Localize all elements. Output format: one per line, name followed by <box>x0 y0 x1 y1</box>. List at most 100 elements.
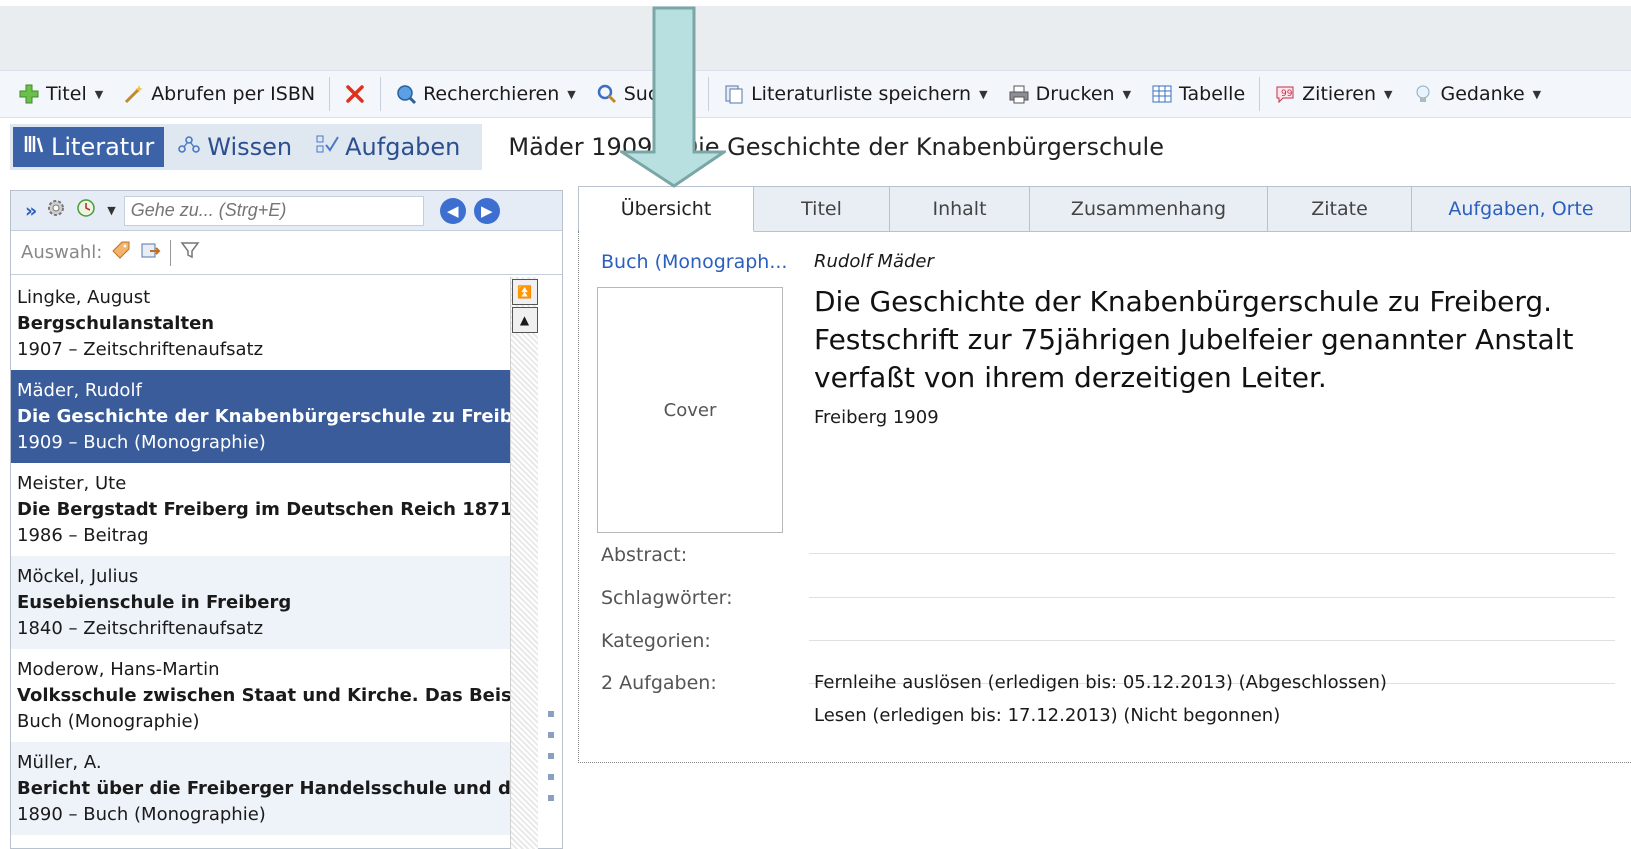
mode-wissen-label: Wissen <box>207 133 293 161</box>
fetch-isbn-button[interactable]: Abrufen per ISBN <box>113 76 325 112</box>
list-scrollbar[interactable]: ⏫ ▲ <box>510 277 538 849</box>
tab-aufgaben-orte[interactable]: Aufgaben, Orte <box>1412 186 1631 232</box>
mode-literatur[interactable]: Literatur <box>13 127 165 167</box>
research-button[interactable]: Recherchieren ▼ <box>385 76 586 112</box>
cite-label: Zitieren <box>1302 83 1376 105</box>
research-icon <box>395 83 417 105</box>
chevron-down-icon: ▼ <box>94 87 104 101</box>
entry-title: Eusebienschule in Freiberg <box>17 592 292 613</box>
toolbar-separator <box>1259 77 1261 111</box>
add-title-button[interactable]: Titel ▼ <box>8 76 113 112</box>
toolbar-separator <box>329 77 331 111</box>
cite-button[interactable]: 99 Zitieren ▼ <box>1264 76 1402 112</box>
thought-button[interactable]: Gedanke ▼ <box>1402 76 1551 112</box>
chevron-down-icon[interactable]: ▼ <box>107 204 115 217</box>
gear-icon[interactable] <box>45 197 67 224</box>
filter-icon[interactable] <box>179 239 201 266</box>
library-icon <box>23 133 45 161</box>
add-title-label: Titel <box>46 83 87 105</box>
expand-icon[interactable]: » <box>25 200 37 222</box>
mode-switcher: Literatur Wissen Aufgaben <box>10 124 483 170</box>
pane-splitter-handle[interactable] <box>546 711 556 801</box>
divider <box>809 597 1615 598</box>
printer-icon <box>1008 83 1030 105</box>
tasks-icon <box>315 133 339 161</box>
tab-zusammenhang[interactable]: Zusammenhang <box>1030 186 1268 232</box>
literature-list: Lingke, August Bergschulanstalten 1907 –… <box>11 277 531 835</box>
splitter-grip-icon <box>548 795 554 801</box>
tab-inhalt[interactable]: Inhalt <box>890 186 1030 232</box>
table-button[interactable]: Tabelle <box>1141 76 1255 112</box>
splitter-grip-icon <box>548 711 554 717</box>
overview-panel: Buch (Monograph... Cover Rudolf Mäder Di… <box>578 231 1631 763</box>
entry-author: Mäder, Rudolf <box>17 380 142 401</box>
document-type-link[interactable]: Buch (Monograph... <box>601 251 787 273</box>
list-item[interactable]: Müller, A. Bericht über die Freiberger H… <box>11 742 531 835</box>
history-icon[interactable] <box>75 197 97 224</box>
keywords-label: Schlagwörter: <box>601 587 733 609</box>
tab-titel[interactable]: Titel <box>754 186 890 232</box>
mode-aufgaben[interactable]: Aufgaben <box>305 127 470 167</box>
highlight-arrow-icon <box>620 6 726 188</box>
goto-input[interactable] <box>123 195 424 226</box>
delete-button[interactable] <box>334 76 376 112</box>
entry-meta: 1986 – Beitrag <box>17 525 149 546</box>
tab-zitate[interactable]: Zitate <box>1268 186 1412 232</box>
book-title[interactable]: Die Geschichte der Knabenbürgerschule zu… <box>814 283 1604 397</box>
list-item[interactable]: Moderow, Hans-Martin Volksschule zwische… <box>11 649 531 742</box>
tag-selection-icon[interactable] <box>110 239 132 266</box>
list-item[interactable]: Lingke, August Bergschulanstalten 1907 –… <box>11 277 531 370</box>
scroll-up-icon[interactable]: ▲ <box>511 307 538 333</box>
page-title: Mäder 1909 – Die Geschichte der Knabenbü… <box>508 133 1164 161</box>
publication-info[interactable]: Freiberg 1909 <box>814 407 939 428</box>
mode-aufgaben-label: Aufgaben <box>345 133 461 161</box>
knowledge-icon <box>177 133 201 161</box>
svg-text:99: 99 <box>1281 89 1293 99</box>
entry-meta: Buch (Monographie) <box>17 711 200 732</box>
mode-literatur-label: Literatur <box>51 133 155 161</box>
entry-author: Meister, Ute <box>17 473 127 494</box>
list-item[interactable]: Möckel, Julius Eusebienschule in Freiber… <box>11 556 531 649</box>
wand-icon <box>123 83 145 105</box>
chevron-down-icon: ▼ <box>979 87 988 101</box>
save-list-icon <box>723 83 745 105</box>
divider <box>809 640 1615 641</box>
fetch-isbn-label: Abrufen per ISBN <box>151 83 316 105</box>
chevron-down-icon: ▼ <box>567 87 576 101</box>
next-icon[interactable]: ▶ <box>473 197 500 224</box>
table-icon <box>1151 83 1173 105</box>
detail-tabs: Übersicht Titel Inhalt Zusammenhang Zita… <box>578 186 1631 232</box>
entry-meta: 1840 – Zeitschriftenaufsatz <box>17 618 264 639</box>
list-item[interactable]: Meister, Ute Die Bergstadt Freiberg im D… <box>11 463 531 556</box>
save-list-label: Literaturliste speichern <box>751 83 972 105</box>
tab-uebersicht[interactable]: Übersicht <box>578 186 754 232</box>
plus-icon <box>18 83 40 105</box>
entry-author: Moderow, Hans-Martin <box>17 659 220 680</box>
lightbulb-icon <box>1412 83 1434 105</box>
arrow-shape <box>620 6 726 188</box>
cover-image-placeholder[interactable]: Cover <box>597 287 783 533</box>
chevron-down-icon: ▼ <box>1122 87 1132 101</box>
cover-label: Cover <box>663 399 717 421</box>
task-item[interactable]: Lesen (erledigen bis: 17.12.2013) (Nicht… <box>814 705 1280 726</box>
print-label: Drucken <box>1035 83 1115 105</box>
entry-meta: 1890 – Buch (Monographie) <box>17 804 266 825</box>
chevron-down-icon: ▼ <box>1532 87 1542 101</box>
mode-wissen[interactable]: Wissen <box>167 127 302 167</box>
entry-title: Bergschulanstalten <box>17 313 215 334</box>
selection-label: Auswahl: <box>21 242 103 263</box>
abstract-label: Abstract: <box>601 544 688 566</box>
scroll-top-icon[interactable]: ⏫ <box>511 279 538 305</box>
mode-bar: Literatur Wissen Aufgaben Mäder 1909 – D… <box>0 118 1631 176</box>
save-list-button[interactable]: Literaturliste speichern ▼ <box>713 76 998 112</box>
literature-list-pane: » ▼ ◀ ▶ Auswahl: Lingke, August Bergschu… <box>10 190 563 849</box>
task-item[interactable]: Fernleihe auslösen (erledigen bis: 05.12… <box>814 672 1387 693</box>
export-selection-icon[interactable] <box>140 239 162 266</box>
print-button[interactable]: Drucken ▼ <box>998 76 1141 112</box>
toolbar-separator <box>380 77 382 111</box>
entry-title: Die Geschichte der Knabenbürgerschule zu… <box>17 406 531 427</box>
author-name[interactable]: Rudolf Mäder <box>814 251 934 272</box>
previous-icon[interactable]: ◀ <box>439 197 466 224</box>
search-icon <box>596 83 618 105</box>
list-item-selected[interactable]: Mäder, Rudolf Die Geschichte der Knabenb… <box>11 370 531 463</box>
